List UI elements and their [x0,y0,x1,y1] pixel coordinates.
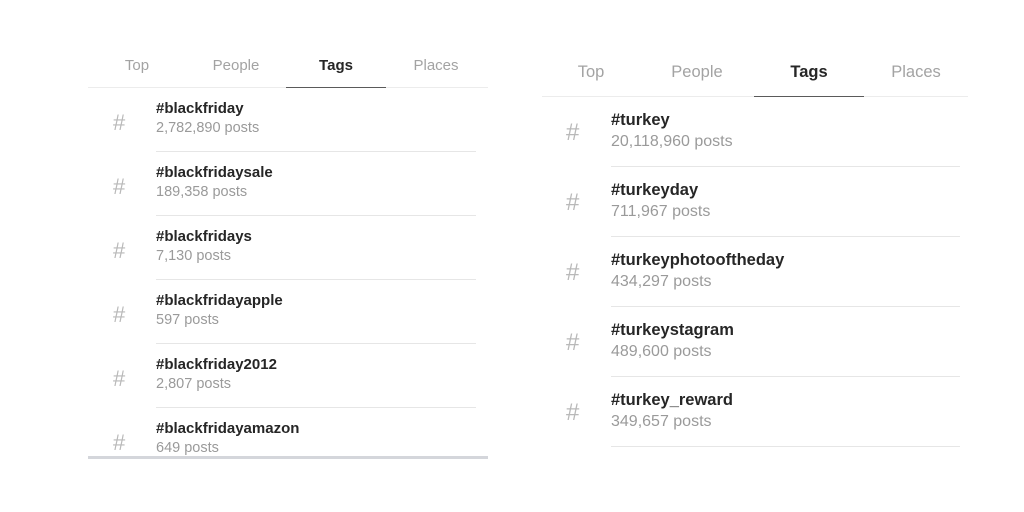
tag-result-row[interactable]: # #blackfridayamazon 649 posts [88,408,488,462]
hashtag-icon: # [566,189,580,216]
hashtag-icon: # [113,430,126,455]
hashtag-icon: # [566,119,580,146]
post-count: 2,782,890 posts [156,120,260,136]
hashtag-icon: # [566,259,580,286]
tag-result-row[interactable]: # #blackfridaysale 189,358 posts [88,152,488,216]
post-count: 2,807 posts [156,376,231,392]
tab-places[interactable]: Places [864,55,968,96]
tab-top[interactable]: Top [542,55,640,96]
tag-name: #blackfridaysale [156,164,273,181]
tag-result-row[interactable]: # #blackfridayapple 597 posts [88,280,488,344]
post-count: 597 posts [156,312,219,328]
post-count: 20,118,960 posts [611,133,733,150]
tag-result-row[interactable]: # #turkeyphotooftheday 434,297 posts [542,237,968,307]
tag-result-row[interactable]: # #turkey_reward 349,657 posts [542,377,968,447]
tab-places[interactable]: Places [386,50,486,87]
hashtag-icon: # [113,174,126,199]
hashtag-icon: # [113,366,126,391]
tag-result-row[interactable]: # #turkeyday 711,967 posts [542,167,968,237]
tag-result-row[interactable]: # #blackfriday 2,782,890 posts [88,88,488,152]
post-count: 711,967 posts [611,203,711,220]
tag-name: #blackfriday [156,100,244,117]
post-count: 189,358 posts [156,184,248,200]
hashtag-icon: # [566,399,580,426]
tag-name: #turkey_reward [611,391,733,409]
tag-name: #blackfridayamazon [156,420,300,437]
tag-result-row[interactable]: # #turkey 20,118,960 posts [542,97,968,167]
hashtag-icon: # [113,238,126,263]
search-tabs: Top People Tags Places [88,50,488,88]
tag-name: #turkey [611,111,670,129]
tag-name: #turkeyphotooftheday [611,251,785,269]
tag-results-list: # #blackfriday 2,782,890 posts # #blackf… [88,88,488,462]
tab-people[interactable]: People [186,50,286,87]
tag-name: #blackfridayapple [156,292,283,309]
tab-tags[interactable]: Tags [286,50,386,88]
post-count: 7,130 posts [156,248,231,264]
hashtag-icon: # [566,329,580,356]
tab-top[interactable]: Top [88,50,186,87]
hashtag-icon: # [113,110,126,135]
tag-result-row[interactable]: # #turkeystagram 489,600 posts [542,307,968,377]
tag-name: #turkeystagram [611,321,734,339]
hashtag-icon: # [113,302,126,327]
tag-name: #turkeyday [611,181,699,199]
post-count: 489,600 posts [611,343,712,360]
search-tabs: Top People Tags Places [542,55,968,97]
tag-result-row[interactable]: # #blackfridays 7,130 posts [88,216,488,280]
post-count: 649 posts [156,440,219,456]
tag-result-row[interactable]: # #blackfriday2012 2,807 posts [88,344,488,408]
blackfriday-search-panel: Top People Tags Places # #blackfriday 2,… [88,50,488,462]
post-count: 434,297 posts [611,273,712,290]
tag-name: #blackfriday2012 [156,356,277,373]
tab-tags[interactable]: Tags [754,55,864,97]
tag-name: #blackfridays [156,228,252,245]
divider [611,446,960,447]
tag-results-list: # #turkey 20,118,960 posts # #turkeyday … [542,97,968,447]
bottom-bar [88,456,488,459]
turkey-search-panel: Top People Tags Places # #turkey 20,118,… [542,55,968,455]
post-count: 349,657 posts [611,413,712,430]
tab-people[interactable]: People [640,55,754,96]
